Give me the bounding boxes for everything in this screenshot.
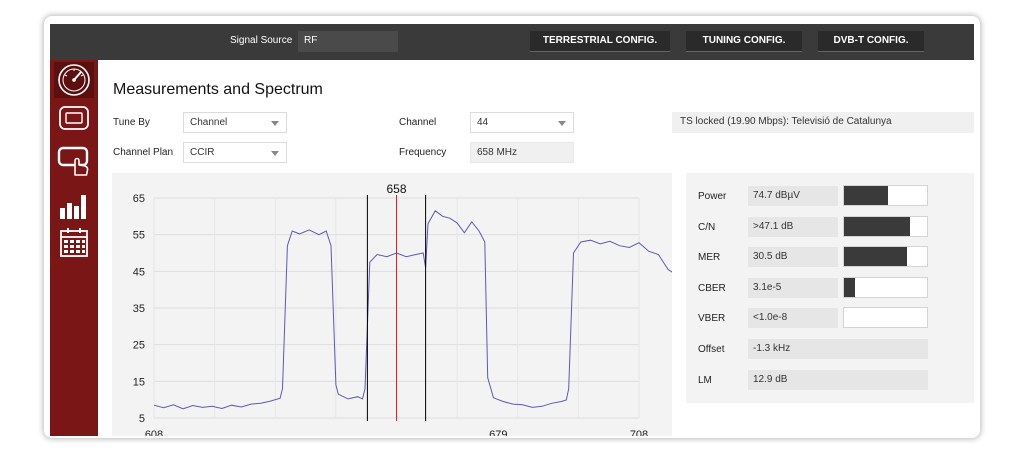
measurement-value: 74.7 dBµV	[748, 186, 838, 206]
sidebar	[50, 60, 98, 436]
measurement-label: Power	[698, 191, 727, 202]
chevron-down-icon	[271, 151, 279, 156]
measurement-value: 30.5 dB	[748, 247, 838, 267]
main-content: Measurements and Spectrum Tune By Channe…	[98, 60, 974, 438]
frequency-label: Frequency	[399, 147, 447, 158]
marker-label: 658	[386, 182, 406, 196]
measurement-label: C/N	[698, 222, 716, 233]
measurement-label: CBER	[698, 283, 726, 294]
measurement-level-fill	[844, 278, 855, 297]
y-tick-label: 35	[133, 303, 145, 315]
measurement-label: LM	[698, 375, 712, 386]
tv-icon	[59, 106, 89, 130]
measurement-value: >47.1 dB	[748, 217, 838, 237]
tuning-config-button[interactable]: TUNING CONFIG.	[686, 31, 802, 52]
measurement-level-bar	[843, 277, 928, 298]
y-tick-label: 55	[133, 230, 145, 242]
channel-plan-label: Channel Plan	[113, 147, 174, 158]
measurement-level-fill	[844, 247, 908, 266]
measurement-value: -1.3 kHz	[748, 339, 928, 359]
spectrum-trace	[153, 210, 795, 410]
measurement-value: 12.9 dB	[748, 370, 928, 390]
dvbt-config-button[interactable]: DVB-T CONFIG.	[818, 31, 924, 52]
tune-by-select[interactable]: Channel	[183, 112, 287, 133]
y-tick-label: 25	[133, 340, 145, 352]
calendar-icon	[60, 228, 88, 257]
tune-by-value: Channel	[190, 117, 228, 128]
ts-status-text: TS locked (19.90 Mbps): Televisió de Cat…	[672, 112, 974, 133]
x-tick-label: 608	[145, 429, 163, 436]
x-tick-label: 679	[489, 429, 507, 436]
measurement-level-bar	[843, 216, 928, 237]
touch-screen-icon	[57, 146, 89, 176]
channel-value: 44	[477, 117, 489, 128]
sidebar-item-statistics[interactable]	[54, 188, 94, 224]
sidebar-item-touch-screen[interactable]	[54, 142, 94, 178]
sidebar-item-calendar[interactable]	[54, 224, 94, 260]
signal-source-field[interactable]: RF	[298, 31, 398, 52]
y-tick-label: 15	[133, 376, 145, 388]
signal-source-label: Signal Source	[230, 35, 293, 46]
chevron-down-icon	[271, 121, 279, 126]
channel-select[interactable]: 44	[470, 112, 574, 133]
app-window: Signal Source RF TERRESTRIAL CONFIG. TUN…	[44, 16, 980, 438]
sidebar-item-measurements[interactable]	[54, 62, 94, 98]
measurement-label: VBER	[698, 313, 726, 324]
y-tick-label: 45	[133, 266, 145, 278]
top-toolbar: Signal Source RF TERRESTRIAL CONFIG. TUN…	[50, 24, 974, 60]
measurement-level-bar	[843, 185, 928, 206]
y-tick-label: 5	[139, 413, 145, 425]
measurement-level-fill	[844, 186, 888, 205]
gauge-icon	[58, 64, 90, 96]
measurement-level-bar	[843, 307, 928, 328]
measurement-value: <1.0e-8	[748, 308, 838, 328]
channel-label: Channel	[399, 117, 437, 128]
measurement-level-fill	[844, 217, 910, 236]
measurement-label: MER	[698, 252, 721, 263]
chevron-down-icon	[558, 121, 566, 126]
spectrum-chart-panel: 65 55 45 35 25 15 5 658 608 679 708	[112, 173, 795, 438]
measurement-label: Offset	[698, 344, 725, 355]
terrestrial-config-button[interactable]: TERRESTRIAL CONFIG.	[530, 31, 670, 52]
spectrum-chart[interactable]: 65 55 45 35 25 15 5 658 608 679 708	[112, 173, 795, 438]
frequency-field: 658 MHz	[470, 142, 574, 163]
page-title: Measurements and Spectrum	[113, 81, 323, 98]
measurement-value: 3.1e-5	[748, 278, 838, 298]
measurement-level-bar	[843, 246, 928, 267]
sidebar-item-tv[interactable]	[54, 100, 94, 136]
tune-by-label: Tune By	[113, 117, 150, 128]
x-tick-label: 708	[630, 429, 648, 436]
bar-chart-icon	[60, 195, 86, 219]
channel-plan-select[interactable]: CCIR	[183, 142, 287, 163]
y-tick-label: 65	[133, 193, 145, 205]
measurements-panel: Power 74.7 dBµV C/N >47.1 dB MER 30.5 dB CBER 3…	[686, 173, 974, 403]
channel-plan-value: CCIR	[190, 147, 215, 158]
